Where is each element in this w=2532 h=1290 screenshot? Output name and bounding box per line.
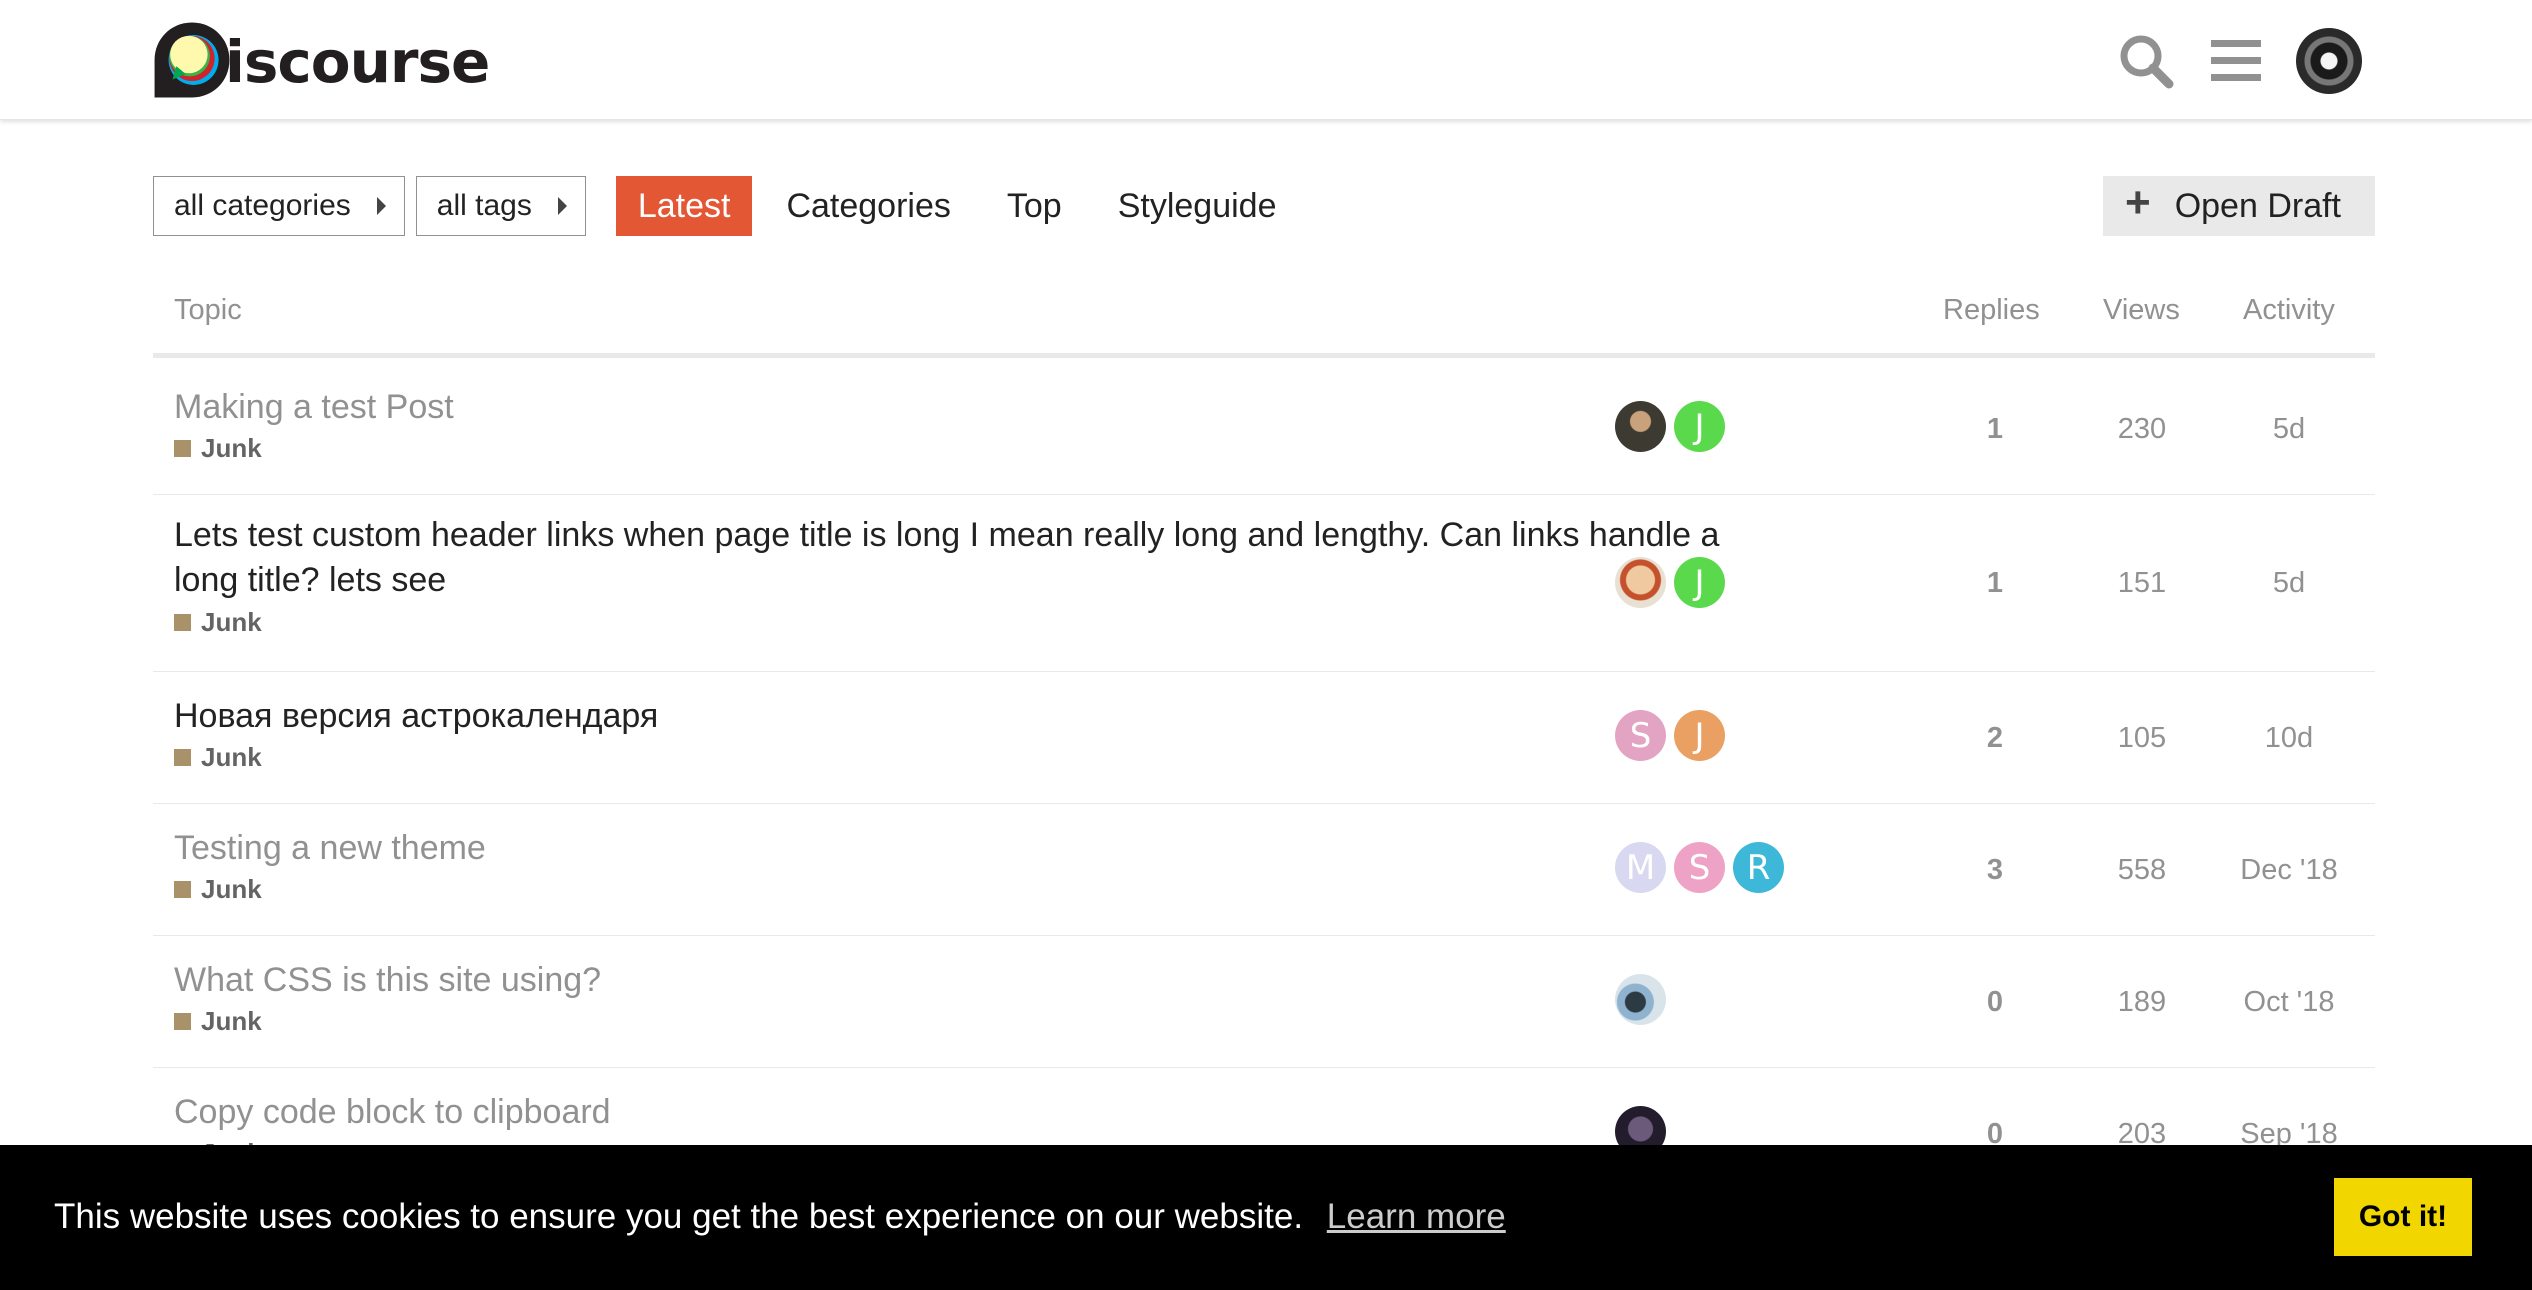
cookie-message-text: This website uses cookies to ensure you … [54,1197,1304,1236]
activity-time[interactable]: 5d [2219,567,2359,600]
topic-title[interactable]: Making a test Post [174,385,1734,430]
category-color-swatch [174,749,191,766]
search-icon [2120,35,2174,89]
header-topic[interactable]: Topic [174,294,242,327]
category-color-swatch [174,881,191,898]
topic-list-header: Topic Replies Views Activity [153,280,2375,358]
category-dropdown-label: all categories [174,189,351,222]
hamburger-icon [2211,40,2261,81]
cookie-banner: This website uses cookies to ensure you … [0,1145,2532,1290]
activity-time[interactable]: 5d [2219,413,2359,446]
current-user-avatar[interactable] [2296,28,2362,94]
activity-time[interactable]: Oct '18 [2219,986,2359,1019]
topic-list: Making a test Post Junk J 1 230 5d Lets … [153,363,2375,1200]
category-name: Junk [201,607,262,637]
nav-latest[interactable]: Latest [615,176,753,236]
views-count: 105 [2117,722,2167,754]
site-header: iscourse [0,0,2532,120]
user-avatar[interactable] [1615,974,1666,1025]
topic-title[interactable]: Testing a new theme [174,826,1734,871]
plus-icon: + [2125,178,2151,227]
topic-title[interactable]: Lets test custom header links when page … [174,513,1734,603]
category-name: Junk [201,433,262,463]
category-name: Junk [201,874,262,904]
user-avatar[interactable]: J [1674,710,1725,761]
posters: J [1615,401,1725,452]
views-count: 189 [2117,986,2167,1018]
header-activity[interactable]: Activity [2243,294,2335,327]
user-avatar[interactable] [1615,557,1666,608]
user-avatar[interactable]: R [1733,842,1784,893]
category-color-swatch [174,614,191,631]
category-badge[interactable]: Junk [174,607,262,638]
topic-row: Новая версия астрокалендаря Junk S J 2 1… [153,672,2375,804]
activity-time[interactable]: Dec '18 [2219,854,2359,887]
tag-dropdown-label: all tags [436,189,532,222]
posters: M S R [1615,842,1784,893]
user-avatar[interactable]: M [1615,842,1666,893]
user-avatar[interactable]: J [1674,401,1725,452]
replies-count: 0 [1986,986,2004,1018]
hamburger-menu-button[interactable] [2206,31,2266,91]
category-dropdown[interactable]: all categories [153,176,405,236]
replies-count: 2 [1986,722,2004,754]
nav-categories[interactable]: Categories [764,176,972,236]
topic-title[interactable]: Новая версия астрокалендаря [174,694,1734,739]
discourse-logo-icon [154,22,230,98]
caret-right-icon [376,197,386,215]
header-replies[interactable]: Replies [1943,294,2040,327]
topic-row: What CSS is this site using? Junk 0 189 … [153,936,2375,1068]
got-it-button[interactable]: Got it! [2334,1178,2472,1256]
topic-row: Lets test custom header links when page … [153,495,2375,672]
category-color-swatch [174,440,191,457]
category-badge[interactable]: Junk [174,1006,262,1037]
replies-count: 1 [1986,567,2004,599]
logo-text: iscourse [225,28,490,96]
user-avatar[interactable]: S [1674,842,1725,893]
header-views[interactable]: Views [2103,294,2180,327]
views-count: 151 [2117,567,2167,599]
category-badge[interactable]: Junk [174,742,262,773]
nav-links: Latest Categories Top Styleguide [615,176,1311,236]
activity-time[interactable]: 10d [2219,722,2359,755]
category-color-swatch [174,1013,191,1030]
topic-title[interactable]: Copy code block to clipboard [174,1090,1734,1135]
category-badge[interactable]: Junk [174,874,262,905]
topic-row: Making a test Post Junk J 1 230 5d [153,363,2375,495]
category-badge[interactable]: Junk [174,433,262,464]
tag-dropdown[interactable]: all tags [415,176,586,236]
caret-right-icon [557,197,567,215]
category-name: Junk [201,1006,262,1036]
cookie-message: This website uses cookies to ensure you … [54,1197,1506,1237]
nav-styleguide[interactable]: Styleguide [1096,176,1299,236]
posters [1615,974,1666,1025]
posters: S J [1615,710,1725,761]
discourse-logo[interactable]: iscourse [153,20,490,100]
topic-row: Testing a new theme Junk M S R 3 558 Dec… [153,804,2375,936]
nav-top[interactable]: Top [985,176,1084,236]
user-avatar[interactable]: S [1615,710,1666,761]
topic-title[interactable]: What CSS is this site using? [174,958,1734,1003]
search-button[interactable] [2116,31,2176,91]
open-draft-label: Open Draft [2174,186,2342,225]
posters: J [1615,557,1725,608]
open-draft-button[interactable]: + Open Draft [2103,176,2375,236]
learn-more-link[interactable]: Learn more [1327,1197,1506,1236]
header-icons [2116,28,2362,94]
user-avatar[interactable]: J [1674,557,1725,608]
user-avatar[interactable] [1615,401,1666,452]
replies-count: 3 [1986,854,2004,886]
category-name: Junk [201,742,262,772]
replies-count: 1 [1986,413,2004,445]
navigation-bar: all categories all tags Latest Categorie… [153,176,2375,236]
views-count: 558 [2117,854,2167,886]
views-count: 230 [2117,413,2167,445]
